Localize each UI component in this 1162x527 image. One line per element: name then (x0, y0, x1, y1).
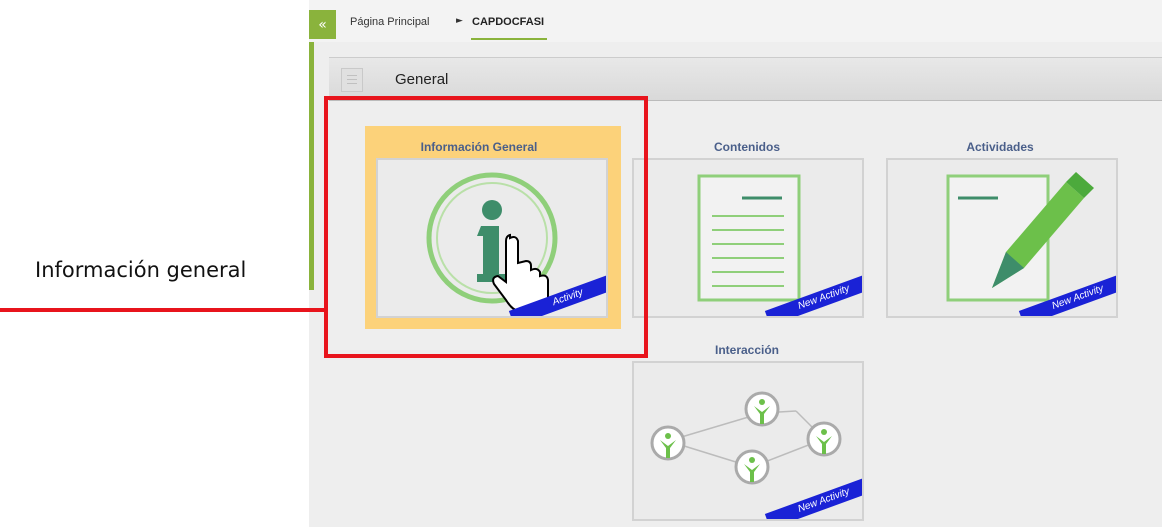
annotation-label: Información general (35, 258, 247, 282)
tile-contenidos[interactable]: New Activity (632, 158, 864, 318)
annotation-highlight-box (324, 96, 648, 358)
breadcrumb-active-underline (471, 38, 547, 40)
tile-title-actividades: Actividades (966, 140, 1034, 154)
collapse-sidebar-button[interactable]: « (309, 10, 336, 39)
breadcrumb-current: CAPDOCFASI (472, 16, 545, 28)
tile-title-interaccion: Interacción (714, 343, 780, 357)
annotation-pointer-line (0, 308, 325, 312)
tile-actividades[interactable]: New Activity (886, 158, 1118, 318)
tile-title-contenidos: Contenidos (714, 140, 780, 154)
breadcrumb-home-link[interactable]: Página Principal (350, 16, 430, 28)
section-title: General (395, 71, 449, 88)
left-accent-stripe (309, 0, 314, 290)
section-header[interactable]: General (329, 57, 1162, 101)
breadcrumb: « Página Principal ► CAPDOCFASI (309, 0, 1162, 42)
breadcrumb-separator-icon: ► (456, 16, 463, 26)
tile-interaccion[interactable]: New Activity (632, 361, 864, 521)
section-menu-icon (341, 68, 363, 92)
